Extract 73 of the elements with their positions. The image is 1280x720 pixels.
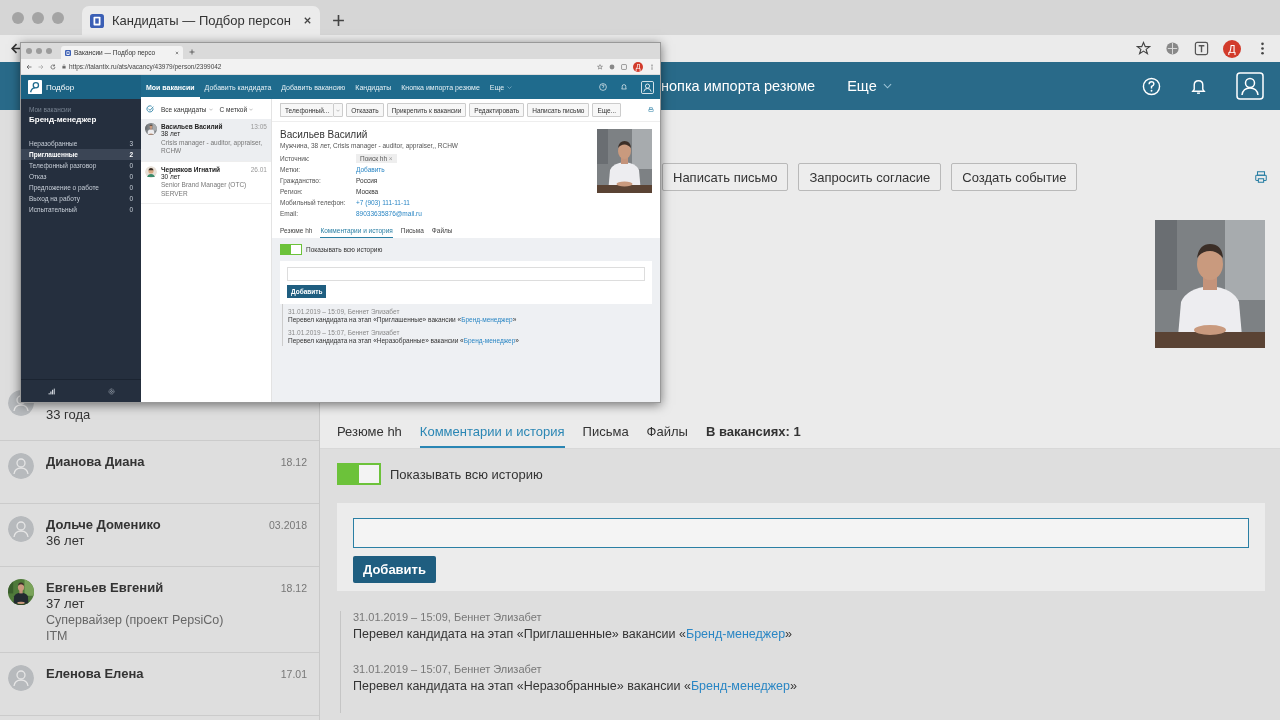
profile-tab[interactable]: Файлы xyxy=(646,418,688,448)
avatar-icon xyxy=(8,665,34,691)
app-name[interactable]: Подбор xyxy=(46,82,75,92)
history-meta: 31.01.2019 – 15:09, Беннет Элизабет xyxy=(353,611,543,623)
more-menu[interactable]: Еще xyxy=(847,78,892,94)
action-button[interactable]: Запросить согласие xyxy=(798,163,942,191)
caret-icon xyxy=(507,85,513,89)
vacancy-title[interactable]: Бренд-менеджер xyxy=(21,113,141,124)
action-button[interactable]: Создать событие xyxy=(951,163,1078,191)
history-text: Перевел кандидата на этап «Приглашенные» вакансии «Бренд-менеджер» xyxy=(353,627,794,641)
extension-icon[interactable] xyxy=(1165,41,1180,56)
extension-icon[interactable] xyxy=(1194,41,1209,56)
history-meta: 31.01.2019 – 15:07, Беннет Элизабет xyxy=(353,663,543,675)
add-button[interactable]: Добавить xyxy=(353,556,436,583)
app-logo-icon xyxy=(90,13,104,28)
candidate-date: 03.2018 xyxy=(269,519,307,531)
window-zoom-button[interactable] xyxy=(46,48,52,54)
dropdown-button[interactable] xyxy=(333,103,344,117)
star-icon[interactable] xyxy=(1136,41,1151,56)
candidate-age: 37 лет xyxy=(46,596,86,612)
check-circle-icon[interactable] xyxy=(146,105,154,113)
user-icon[interactable] xyxy=(1236,72,1264,100)
profile-avatar[interactable]: Д xyxy=(1223,39,1241,58)
user-icon[interactable] xyxy=(641,80,654,94)
candidate-name[interactable]: Дольче Доменико xyxy=(46,516,161,533)
candidate-age: 36 лет xyxy=(46,533,86,549)
window-close-button[interactable] xyxy=(12,11,24,24)
window-close-button[interactable] xyxy=(26,48,32,54)
logo-icon xyxy=(28,80,42,94)
help-icon[interactable] xyxy=(1142,76,1161,96)
candidate-age: 33 года xyxy=(46,407,92,423)
caret-icon xyxy=(882,83,892,89)
history-text: Перевел кандидата на этап «Неразобранные» вакансии «Бренд-менеджер» xyxy=(353,679,798,693)
window-zoom-button[interactable] xyxy=(52,11,64,24)
settings-icon[interactable] xyxy=(107,387,115,395)
bell-icon[interactable] xyxy=(620,83,628,91)
forward-arrow-icon[interactable] xyxy=(38,63,44,70)
window-minimize-button[interactable] xyxy=(36,48,42,54)
print-icon[interactable] xyxy=(648,107,654,113)
toggle-label: Показывать всю историю xyxy=(390,466,543,482)
candidate-position: Супервайзер (проект PepsiCo) xyxy=(46,612,225,628)
print-icon[interactable] xyxy=(1254,170,1268,184)
back-arrow-icon[interactable] xyxy=(10,42,23,55)
candidate-name[interactable]: Дианова Диана xyxy=(46,453,145,470)
action-button[interactable]: Написать письмо xyxy=(662,163,789,191)
comment-field[interactable] xyxy=(353,518,1249,548)
avatar-icon xyxy=(8,453,34,479)
help-icon[interactable] xyxy=(599,83,607,91)
avatar-icon xyxy=(8,516,34,542)
history-toggle[interactable] xyxy=(337,463,381,485)
reload-icon[interactable] xyxy=(50,63,56,70)
candidate-date: 17.01 xyxy=(280,668,307,680)
close-icon[interactable] xyxy=(303,16,312,25)
nav-link[interactable]: нопка импорта резюме xyxy=(661,78,816,94)
candidate-company: ITM xyxy=(46,628,69,644)
app-logo-icon xyxy=(65,49,71,56)
candidate-date: 18.12 xyxy=(280,582,307,594)
chart-icon[interactable] xyxy=(47,387,55,395)
window-minimize-button[interactable] xyxy=(32,11,44,24)
new-tab-icon[interactable] xyxy=(332,14,345,27)
browser-tab[interactable]: Кандидаты — Подбор персон xyxy=(82,6,320,35)
profile-tab[interactable]: Резюме hh xyxy=(337,418,402,448)
history-toggle[interactable] xyxy=(280,244,302,255)
candidate-name[interactable]: Евгеньев Евгений xyxy=(46,579,164,596)
candidate-name[interactable]: Еленова Елена xyxy=(46,665,144,682)
star-icon[interactable] xyxy=(597,63,603,70)
candidate-date: 18.12 xyxy=(280,456,307,468)
profile-tab[interactable]: Письма xyxy=(582,418,629,448)
avatar-icon xyxy=(145,165,157,178)
lock-icon xyxy=(62,64,66,69)
new-tab-icon[interactable] xyxy=(189,49,195,55)
profile-tab[interactable]: В вакансиях: 1 xyxy=(705,418,801,448)
candidate-name: Васильев Василий xyxy=(280,129,369,140)
